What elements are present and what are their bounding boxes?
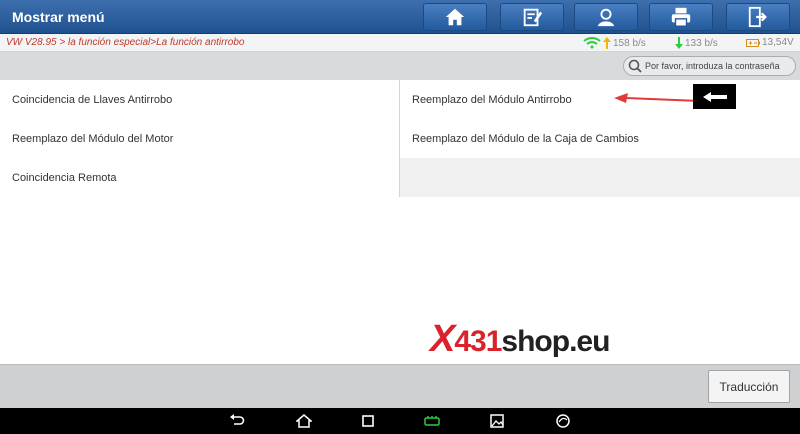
menu-row: Coincidencia Remota: [0, 158, 800, 197]
red-arrow-annotation: [614, 93, 701, 103]
report-button[interactable]: [500, 3, 564, 31]
exit-icon: [748, 6, 767, 28]
upload-value: 158 b/s: [613, 37, 646, 49]
breadcrumb: VW V28.95 > la función especial>La funci…: [6, 37, 245, 48]
browser-icon[interactable]: [555, 413, 571, 429]
voltage-value: 13,54V: [762, 37, 794, 48]
upload-arrow-icon: [603, 37, 611, 49]
wifi-icon: [583, 37, 601, 49]
android-nav-bar: [0, 408, 800, 434]
watermark-number: 431: [454, 325, 502, 358]
search-icon: [628, 59, 642, 73]
menu-item-empty: [400, 158, 800, 197]
title-bar: Mostrar menú: [0, 0, 800, 34]
print-button[interactable]: [649, 3, 713, 31]
exit-button[interactable]: [726, 3, 790, 31]
back-icon[interactable]: [229, 413, 245, 429]
edit-report-icon: [523, 8, 543, 27]
home-nav-icon[interactable]: [296, 413, 312, 429]
back-arrow-annotation: [693, 84, 736, 109]
password-prompt-label: Por favor, introduza la contraseña: [645, 61, 780, 71]
menu-item-remote-matching[interactable]: Coincidencia Remota: [0, 158, 400, 197]
menu-item-engine-module-replacement[interactable]: Reemplazo del Módulo del Motor: [0, 119, 400, 158]
watermark-x: X: [430, 318, 455, 360]
watermark: X431shop.eu: [430, 318, 610, 361]
download-arrow-icon: [675, 37, 683, 49]
status-bar: VW V28.95 > la función especial>La funci…: [0, 34, 800, 52]
watermark-shop: shop.eu: [501, 325, 610, 358]
left-arrow-icon: [702, 91, 727, 102]
recent-apps-icon[interactable]: [360, 413, 376, 429]
gallery-icon[interactable]: [489, 413, 505, 429]
user-support-icon: [597, 8, 615, 27]
feedback-button[interactable]: [574, 3, 638, 31]
menu-item-key-matching[interactable]: Coincidencia de Llaves Antirrobo: [0, 80, 400, 119]
battery-voltage: 13,54V: [746, 37, 794, 48]
translation-button[interactable]: Traducción: [708, 370, 790, 403]
menu-item-antitheft-module-replacement[interactable]: Reemplazo del Módulo Antirrobo: [400, 80, 800, 119]
printer-icon: [671, 7, 691, 27]
download-value: 133 b/s: [685, 37, 718, 49]
home-icon: [445, 8, 465, 26]
page-title: Mostrar menú: [12, 9, 105, 25]
menu-row: Reemplazo del Módulo del Motor Reemplazo…: [0, 119, 800, 158]
menu-item-gearbox-module-replacement[interactable]: Reemplazo del Módulo de la Caja de Cambi…: [400, 119, 800, 158]
download-rate: 133 b/s: [675, 37, 718, 49]
upload-rate: 158 b/s: [583, 37, 646, 49]
vci-connector-icon[interactable]: [424, 413, 440, 429]
bottom-toolbar: Traducción: [0, 364, 800, 408]
home-button[interactable]: [423, 3, 487, 31]
battery-icon: [746, 38, 760, 47]
password-button[interactable]: Por favor, introduza la contraseña: [623, 56, 796, 76]
